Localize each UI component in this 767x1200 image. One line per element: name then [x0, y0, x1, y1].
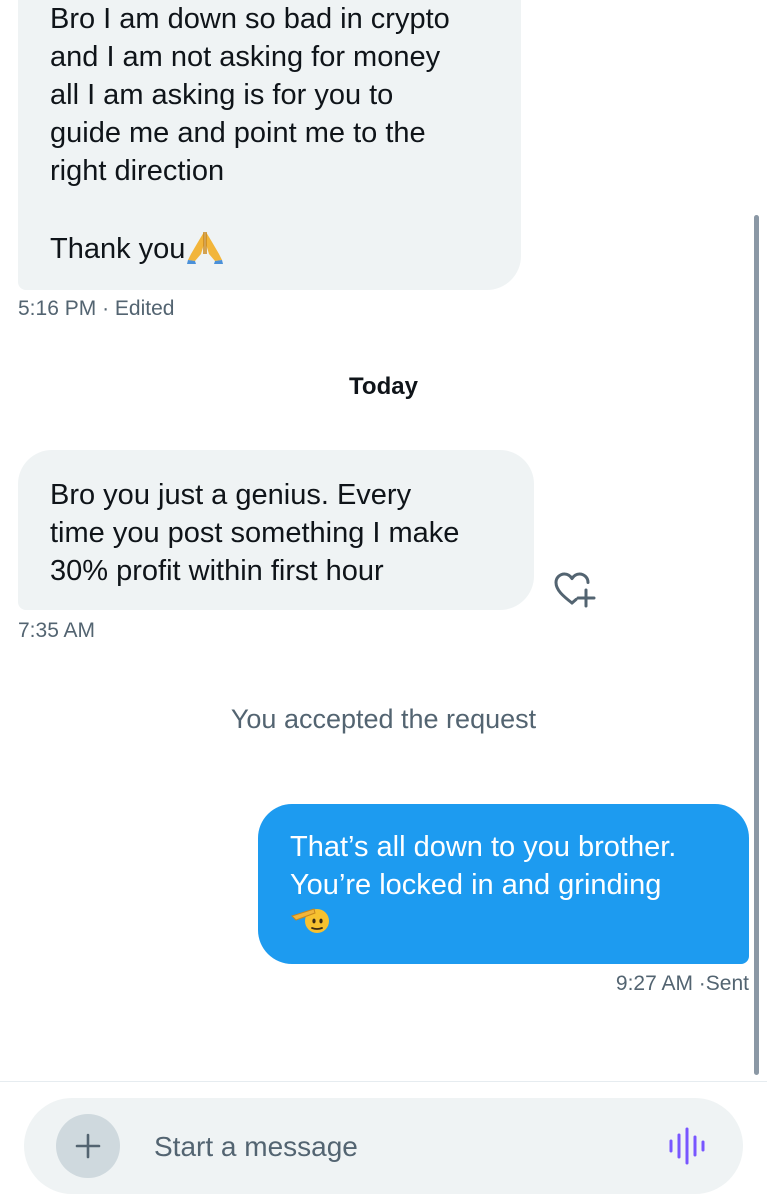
- voice-waveform-icon: [669, 1127, 705, 1165]
- composer-divider: [0, 1081, 767, 1082]
- message-thread[interactable]: Bro I am down so bad in crypto and I am …: [0, 0, 767, 1080]
- voice-message-button[interactable]: [666, 1125, 708, 1167]
- dm-conversation-screen: Bro I am down so bad in crypto and I am …: [0, 0, 767, 1200]
- scrollbar[interactable]: [754, 215, 759, 1075]
- plus-icon: [75, 1133, 101, 1159]
- folded-hands-icon: [185, 228, 225, 274]
- message-status: ·Sent: [698, 972, 749, 995]
- message-time: 5:16 PM: [18, 297, 97, 320]
- add-media-button[interactable]: [56, 1114, 120, 1178]
- message-text: That’s all down to you brother. You’re l…: [290, 831, 677, 901]
- message-meta: 5:16 PM · Edited: [18, 297, 174, 321]
- message-composer: [24, 1098, 743, 1194]
- message-text: Bro you just a genius. Every time you po…: [50, 479, 460, 587]
- heart-plus-icon: [554, 572, 596, 608]
- message-bubble-incoming[interactable]: Bro you just a genius. Every time you po…: [18, 450, 534, 610]
- day-separator: Today: [349, 373, 418, 400]
- system-note: You accepted the request: [230, 704, 537, 734]
- message-input[interactable]: [152, 1120, 636, 1174]
- message-time: 9:27 AM: [615, 972, 693, 995]
- message-status: · Edited: [102, 297, 175, 320]
- message-text: Bro I am down so bad in crypto and I am …: [50, 3, 450, 265]
- message-meta: 9:27 AM ·Sent: [616, 972, 749, 996]
- message-time: 7:35 AM: [18, 619, 96, 642]
- add-reaction-button[interactable]: [553, 570, 597, 610]
- saluting-face-icon: [290, 904, 330, 948]
- message-meta: 7:35 AM: [18, 619, 95, 643]
- message-bubble-outgoing[interactable]: That’s all down to you brother. You’re l…: [258, 804, 749, 964]
- message-bubble-incoming[interactable]: Bro I am down so bad in crypto and I am …: [18, 0, 521, 290]
